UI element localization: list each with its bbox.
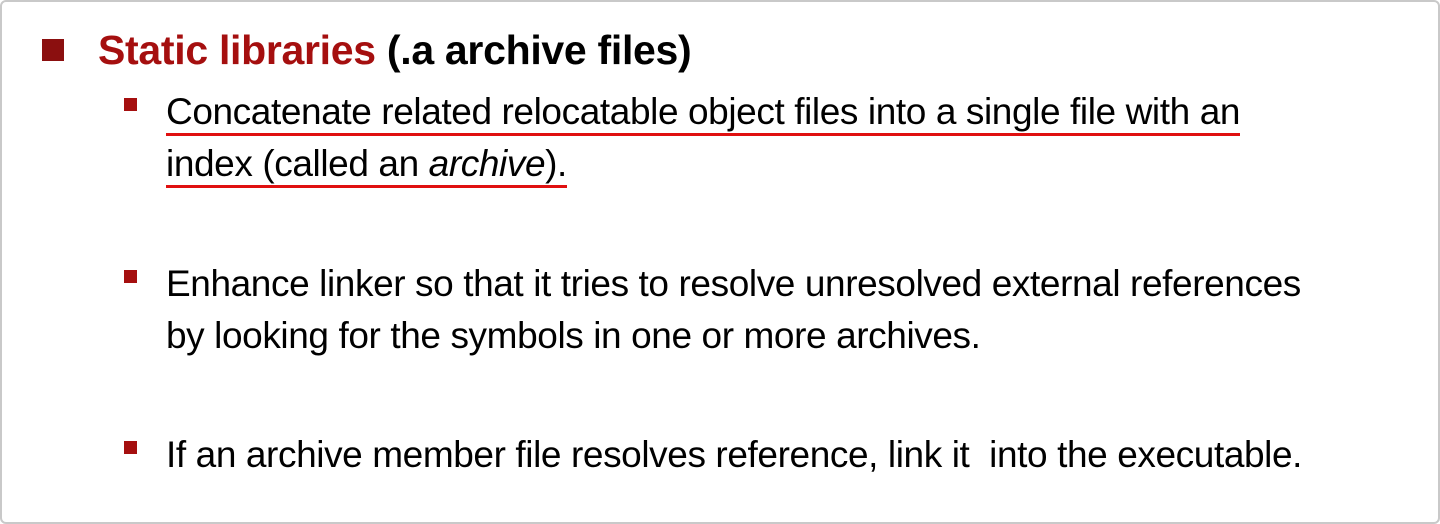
bullet-line: index (called an archive). xyxy=(166,138,1240,190)
heading-text: Static libraries (.a archive files) xyxy=(98,26,692,74)
text-segment: index (called an xyxy=(166,143,429,184)
underlined-text: index (called an archive). xyxy=(166,143,567,188)
bullet-text: If an archive member file resolves refer… xyxy=(166,429,1302,481)
bullet-line: Enhance linker so that it tries to resol… xyxy=(166,263,1301,304)
bullet-text: Concatenate related relocatable object f… xyxy=(166,86,1240,190)
bullet-line: Concatenate related relocatable object f… xyxy=(166,86,1240,138)
heading-rest: (.a archive files) xyxy=(375,26,692,73)
text-segment: ). xyxy=(545,143,567,184)
square-bullet-icon xyxy=(42,39,64,61)
underlined-text: Concatenate related relocatable object f… xyxy=(166,91,1240,136)
bullet-text: Enhance linker so that it tries to resol… xyxy=(166,258,1301,362)
slide-heading: Static libraries (.a archive files) xyxy=(42,20,692,80)
emphasis-text: archive xyxy=(428,143,546,184)
square-bullet-icon xyxy=(124,270,137,283)
heading-accent: Static libraries xyxy=(98,26,376,73)
square-bullet-icon xyxy=(124,98,137,111)
slide: Static libraries (.a archive files) Conc… xyxy=(0,0,1440,524)
bullet-line: If an archive member file resolves refer… xyxy=(166,434,1303,475)
bullet-line: by looking for the symbols in one or mor… xyxy=(166,315,981,356)
square-bullet-icon xyxy=(124,441,137,454)
